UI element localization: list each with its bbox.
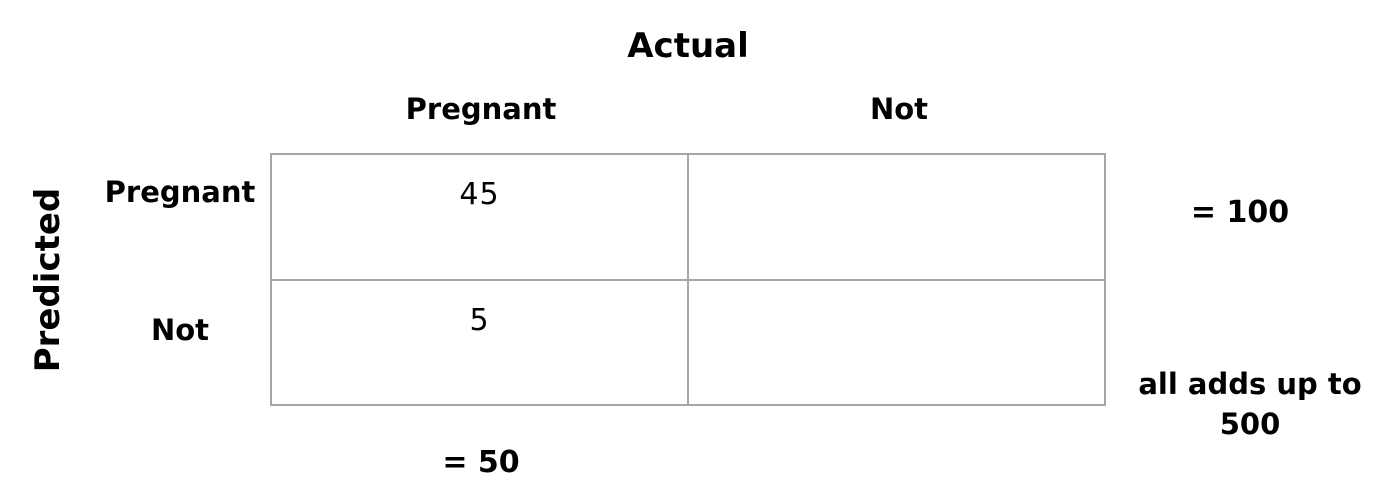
actual-axis-title: Actual bbox=[627, 26, 749, 66]
matrix-grid: 45 5 bbox=[270, 153, 1106, 406]
cell-value: 5 bbox=[469, 302, 490, 338]
predicted-axis-title: Predicted bbox=[28, 187, 68, 373]
column-total-label: = 50 bbox=[442, 445, 520, 480]
cell-pregnant-pregnant: 45 bbox=[270, 153, 689, 281]
matrix-row-not: 5 bbox=[270, 278, 1106, 406]
cell-value: 45 bbox=[459, 177, 500, 212]
cell-pregnant-not bbox=[687, 153, 1106, 281]
column-header-pregnant: Pregnant bbox=[405, 92, 557, 126]
column-header-not: Not bbox=[869, 92, 929, 126]
cell-not-not bbox=[687, 278, 1106, 406]
cell-not-pregnant: 5 bbox=[270, 278, 689, 406]
matrix-row-pregnant: 45 bbox=[270, 153, 1106, 281]
row-header-not: Not bbox=[150, 313, 210, 347]
row-header-pregnant: Pregnant bbox=[104, 175, 256, 209]
grand-total-note: all adds up to 500 bbox=[1138, 367, 1362, 441]
row-total-label: = 100 bbox=[1190, 195, 1290, 230]
